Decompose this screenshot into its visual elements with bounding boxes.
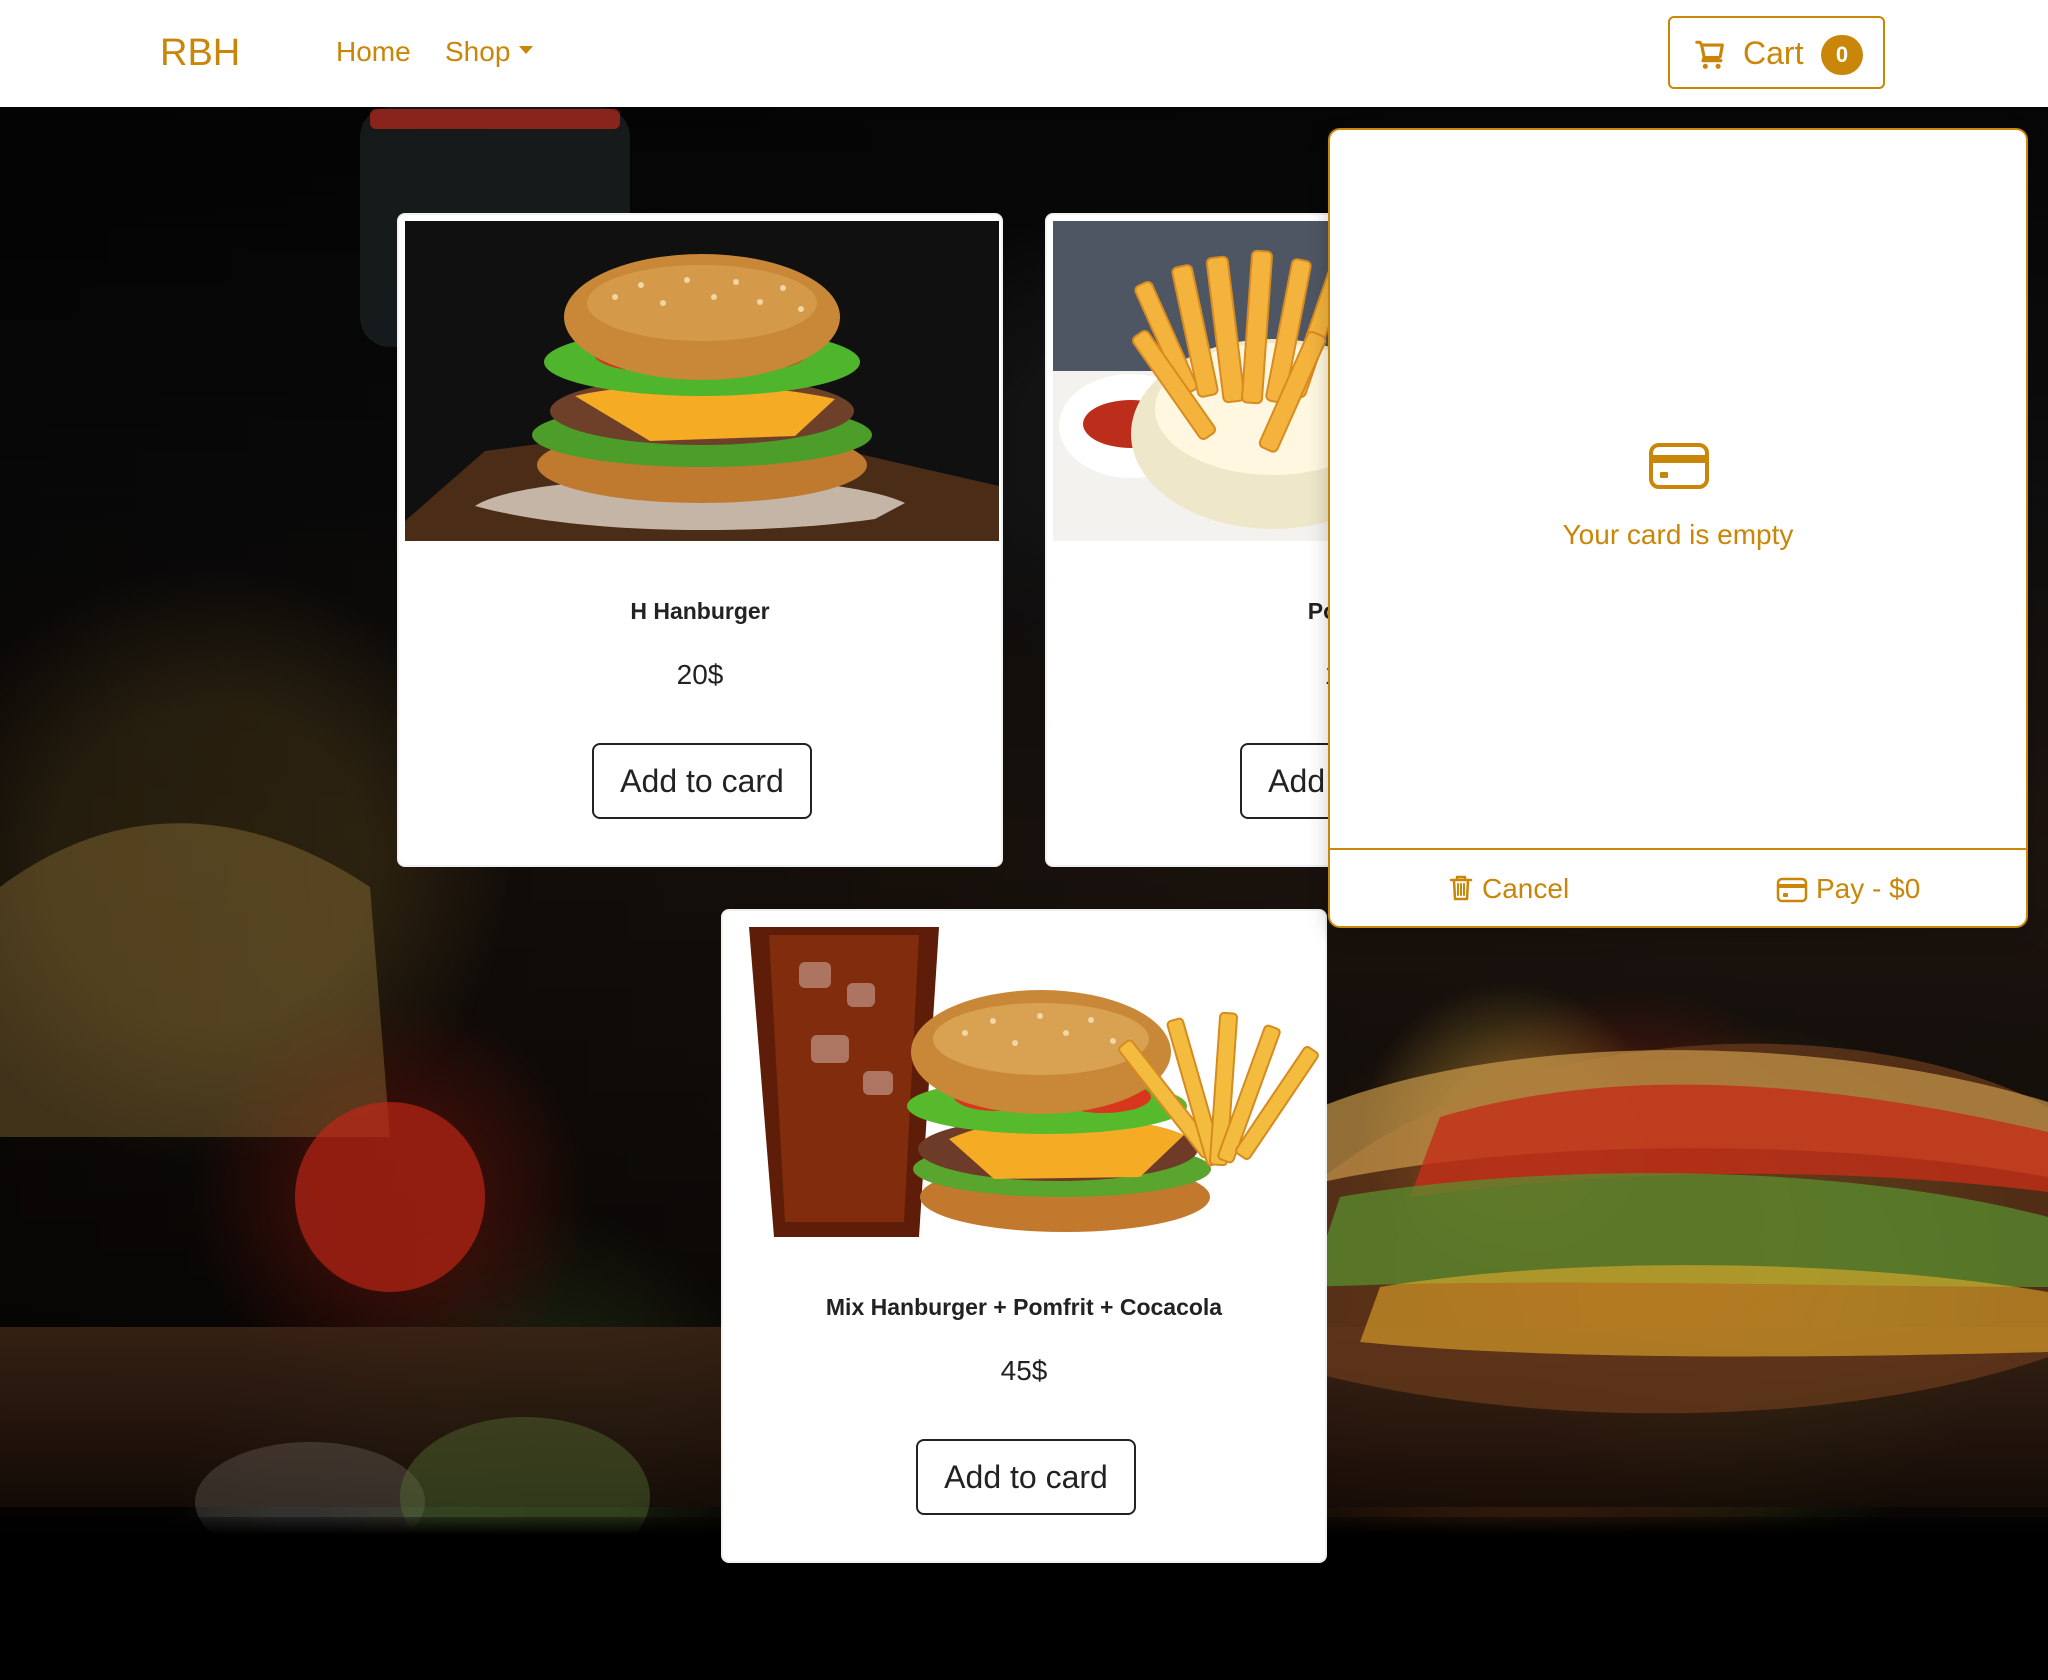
product-title: Mix Hanburger + Pomfrit + Cocacola [825, 1294, 1223, 1320]
cart-panel-footer: Cancel Pay - $0 [1330, 848, 2026, 926]
credit-card-icon [1776, 877, 1808, 903]
cart-button-label: Cart [1743, 35, 1804, 71]
hamburger-image [405, 221, 999, 541]
page: RBH Home Shop Cart 0 H Hanburger 20$ Add… [0, 0, 2048, 1680]
brand-logo-text[interactable]: RBH [160, 29, 240, 77]
pay-label: Pay - $0 [1816, 873, 1921, 904]
cart-dropdown-panel: Your card is empty Cancel Pay - $0 [1328, 128, 2028, 928]
cart-count-badge: 0 [1821, 35, 1863, 75]
cancel-label: Cancel [1482, 873, 1570, 904]
product-title: H Hanburger [630, 598, 770, 624]
product-price: 45$ [1000, 1355, 1048, 1386]
credit-card-icon [1648, 442, 1710, 490]
cart-panel-body: Your card is empty [1330, 130, 2026, 848]
add-to-card-button[interactable]: Add to card [592, 743, 812, 819]
nav-shop-link[interactable]: Shop [445, 31, 510, 73]
empty-cart-message: Your card is empty [1562, 519, 1794, 550]
product-card-hamburger: H Hanburger 20$ Add to card [397, 213, 1003, 867]
chevron-down-icon[interactable] [519, 46, 533, 54]
mix-meal-image [729, 917, 1323, 1237]
product-card-mix: Mix Hanburger + Pomfrit + Cocacola 45$ A… [721, 909, 1327, 1563]
add-to-card-button[interactable]: Add to card [916, 1439, 1136, 1515]
trash-icon [1448, 874, 1474, 902]
cart-button[interactable]: Cart 0 [1668, 16, 1885, 89]
top-navbar: RBH Home Shop Cart 0 [0, 0, 2048, 107]
product-price: 20$ [676, 659, 724, 690]
cart-icon [1694, 38, 1728, 72]
nav-home-link[interactable]: Home [336, 31, 411, 73]
